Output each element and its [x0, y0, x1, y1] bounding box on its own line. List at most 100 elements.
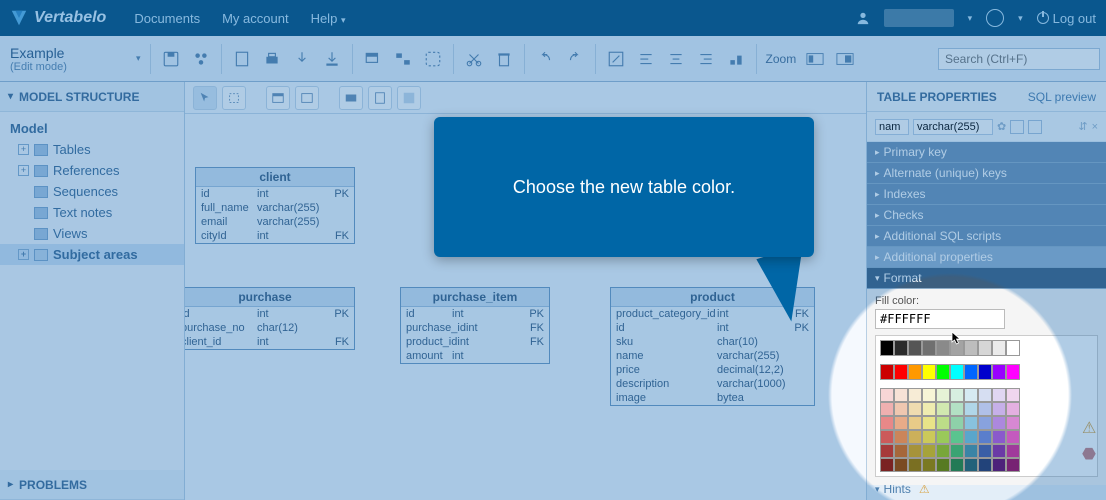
color-swatch[interactable]	[1006, 402, 1020, 416]
align-center-icon[interactable]	[664, 47, 688, 71]
color-swatch[interactable]	[1006, 444, 1020, 458]
color-swatch[interactable]	[964, 402, 978, 416]
table-column[interactable]: namevarchar(255)	[611, 349, 814, 363]
fit-icon[interactable]	[604, 47, 628, 71]
color-swatch[interactable]	[922, 444, 936, 458]
add-table-icon[interactable]	[361, 47, 385, 71]
color-swatch[interactable]	[936, 444, 950, 458]
color-swatch[interactable]	[936, 430, 950, 444]
color-swatch[interactable]	[922, 416, 936, 430]
undo-icon[interactable]	[533, 47, 557, 71]
add-view-icon[interactable]	[421, 47, 445, 71]
color-swatch[interactable]	[978, 364, 992, 380]
new-note-icon[interactable]	[368, 86, 392, 110]
nav-documents[interactable]: Documents	[134, 11, 200, 26]
color-swatch[interactable]	[880, 416, 894, 430]
color-swatch[interactable]	[950, 416, 964, 430]
delete-icon[interactable]	[492, 47, 516, 71]
zoom-fit-icon[interactable]	[833, 47, 857, 71]
color-swatch[interactable]	[908, 458, 922, 472]
color-swatch[interactable]	[936, 388, 950, 402]
color-swatch[interactable]	[964, 458, 978, 472]
table-column[interactable]: cityIdintFK	[196, 229, 354, 243]
model-structure-header[interactable]: ▾MODEL STRUCTURE	[0, 82, 184, 112]
tree-references[interactable]: +References	[0, 160, 184, 181]
pointer-tool-icon[interactable]	[193, 86, 217, 110]
column-nn-checkbox[interactable]	[1028, 120, 1042, 134]
color-swatch[interactable]	[908, 416, 922, 430]
table-purchase-item[interactable]: purchase_item idintPKpurchase_idintFKpro…	[400, 287, 550, 364]
section-primary-key[interactable]: ▸Primary key	[867, 142, 1106, 163]
color-swatch[interactable]	[978, 444, 992, 458]
color-swatch[interactable]	[964, 364, 978, 380]
section-checks[interactable]: ▸Checks	[867, 205, 1106, 226]
table-client[interactable]: client idintPKfull_namevarchar(255)email…	[195, 167, 355, 244]
color-swatch[interactable]	[880, 340, 894, 356]
section-additional-sql[interactable]: ▸Additional SQL scripts	[867, 226, 1106, 247]
color-swatch[interactable]	[964, 444, 978, 458]
column-move-icon[interactable]: ⇵	[1078, 120, 1087, 133]
tree-root[interactable]: Model	[0, 118, 184, 139]
color-swatch[interactable]	[978, 402, 992, 416]
fill-color-input[interactable]	[875, 309, 1005, 329]
color-swatch[interactable]	[950, 388, 964, 402]
color-swatch[interactable]	[950, 430, 964, 444]
table-column[interactable]: purchase_idintFK	[401, 321, 549, 335]
brand[interactable]: Vertabelo	[10, 9, 106, 27]
color-swatch[interactable]	[936, 458, 950, 472]
table-purchase[interactable]: purchase idintPKpurchase_nochar(12)clien…	[185, 287, 355, 350]
align-right-icon[interactable]	[694, 47, 718, 71]
color-swatch[interactable]	[894, 430, 908, 444]
redo-icon[interactable]	[563, 47, 587, 71]
color-swatch[interactable]	[1006, 458, 1020, 472]
color-swatch[interactable]	[894, 364, 908, 380]
table-column[interactable]: client_idintFK	[185, 335, 354, 349]
section-format[interactable]: ▾Format	[867, 268, 1106, 289]
table-column[interactable]: amountint	[401, 349, 549, 363]
problems-header[interactable]: ▸PROBLEMS	[0, 470, 184, 500]
color-swatch[interactable]	[978, 388, 992, 402]
color-swatch[interactable]	[992, 444, 1006, 458]
color-swatch[interactable]	[880, 458, 894, 472]
color-swatch[interactable]	[1006, 340, 1020, 356]
save-icon[interactable]	[159, 47, 183, 71]
color-swatch[interactable]	[880, 430, 894, 444]
color-swatch[interactable]	[922, 430, 936, 444]
user-menu-caret[interactable]: ▾	[968, 13, 973, 24]
nav-my-account[interactable]: My account	[222, 11, 288, 26]
color-swatch[interactable]	[964, 388, 978, 402]
column-remove-icon[interactable]: ×	[1092, 121, 1098, 133]
logout-button[interactable]: Log out	[1037, 11, 1096, 26]
color-swatch[interactable]	[922, 402, 936, 416]
color-swatch[interactable]	[936, 364, 950, 380]
color-swatch[interactable]	[1006, 364, 1020, 380]
color-swatch[interactable]	[950, 402, 964, 416]
tree-text-notes[interactable]: +Text notes	[0, 202, 184, 223]
add-reference-icon[interactable]	[391, 47, 415, 71]
zoom-100-icon[interactable]	[803, 47, 827, 71]
table-column[interactable]: idintPK	[401, 307, 549, 321]
color-swatch[interactable]	[894, 458, 908, 472]
color-swatch[interactable]	[992, 364, 1006, 380]
column-type-gear-icon[interactable]: ✿	[997, 120, 1006, 133]
color-swatch[interactable]	[908, 402, 922, 416]
color-swatch[interactable]	[894, 416, 908, 430]
color-swatch[interactable]	[964, 430, 978, 444]
new-area-icon[interactable]	[397, 86, 421, 110]
color-swatch[interactable]	[1006, 388, 1020, 402]
export-sql-icon[interactable]	[230, 47, 254, 71]
color-swatch[interactable]	[950, 458, 964, 472]
table-column[interactable]: pricedecimal(12,2)	[611, 363, 814, 377]
color-swatch[interactable]	[880, 444, 894, 458]
search-input[interactable]	[938, 48, 1100, 70]
color-swatch[interactable]	[922, 364, 936, 380]
color-swatch[interactable]	[936, 416, 950, 430]
color-swatch[interactable]	[964, 340, 978, 356]
table-column[interactable]: idintPK	[185, 307, 354, 321]
color-swatch[interactable]	[908, 388, 922, 402]
color-swatch[interactable]	[894, 340, 908, 356]
color-swatch[interactable]	[922, 340, 936, 356]
color-swatch[interactable]	[992, 340, 1006, 356]
color-swatch[interactable]	[880, 388, 894, 402]
color-swatch[interactable]	[894, 444, 908, 458]
